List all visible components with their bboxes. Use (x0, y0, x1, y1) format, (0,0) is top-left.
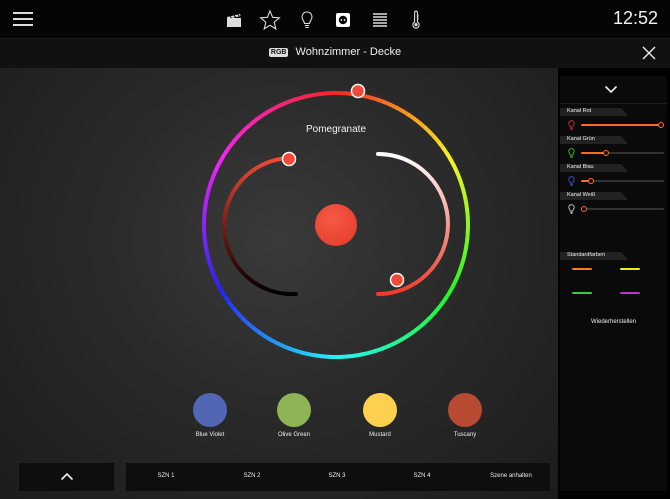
title-bar: RGB Wohnzimmer - Decke (0, 38, 670, 68)
standard-color-orange[interactable] (572, 268, 592, 270)
preset-label: Olive Green (277, 432, 310, 438)
channel-panel: Kanal Rot Kanal Grün Kanal Blau Kanal We… (560, 76, 667, 491)
chevron-down-icon (604, 85, 618, 94)
scene-bar: SZN 1 SZN 2 SZN 3 SZN 4 Szene anhalten (126, 463, 550, 491)
scene-button-2[interactable]: SZN 2 (232, 473, 272, 479)
preset-label: Blue Violet (195, 432, 225, 438)
scene-button-3[interactable]: SZN 3 (317, 473, 357, 479)
saturation-handle[interactable] (281, 151, 297, 167)
restore-button[interactable]: Wiederherstellen (560, 319, 667, 325)
channel-label: Kanal Rot (567, 108, 592, 114)
standard-color-yellow[interactable] (620, 268, 640, 270)
slider-handle[interactable] (658, 122, 664, 128)
channel-slider[interactable] (581, 150, 664, 156)
slider-handle[interactable] (581, 206, 587, 212)
standard-color-green[interactable] (572, 292, 592, 294)
collapse-panel-button[interactable] (560, 76, 667, 104)
thermometer-icon[interactable] (405, 9, 427, 31)
preset-label: Tuscany (453, 432, 477, 438)
swatch[interactable] (448, 393, 482, 427)
swatch[interactable] (363, 393, 397, 427)
expand-up-button[interactable] (19, 463, 114, 491)
channel-white: Kanal Weiß (560, 192, 667, 220)
preset-blue-violet[interactable]: Blue Violet (180, 393, 240, 438)
channel-slider[interactable] (581, 178, 664, 184)
channel-slider[interactable] (581, 206, 664, 212)
current-color-preview (315, 204, 357, 246)
page-title: Wohnzimmer - Decke (295, 46, 402, 58)
channel-label: Kanal Weiß (567, 192, 596, 198)
slider-handle[interactable] (602, 150, 609, 156)
scene-button-4[interactable]: SZN 4 (402, 473, 442, 479)
swatch[interactable] (193, 393, 227, 427)
bulb-icon (568, 176, 575, 186)
channel-label: Kanal Grün (567, 136, 595, 142)
bulb-icon[interactable] (296, 9, 318, 31)
top-bar: 12:52 (0, 0, 670, 38)
swatch[interactable] (277, 393, 311, 427)
preset-mustard[interactable]: Mustard (350, 393, 410, 438)
slider-handle[interactable] (587, 178, 594, 184)
preset-tuscany[interactable]: Tuscany (435, 393, 495, 438)
scene-clapper-icon[interactable] (223, 9, 245, 31)
channel-label: Kanal Blau (567, 164, 594, 170)
color-picker-area: Pomegranate Blue Violet Olive Green Must… (0, 68, 558, 499)
bulb-icon (568, 148, 575, 158)
blinds-icon[interactable] (369, 9, 391, 31)
color-name: Pomegranate (305, 124, 367, 135)
bulb-icon (568, 204, 575, 214)
preset-label: Mustard (369, 432, 391, 438)
close-icon[interactable] (642, 46, 656, 60)
standard-color-purple[interactable] (620, 292, 640, 294)
rgb-badge: RGB (268, 48, 289, 57)
channel-red: Kanal Rot (560, 108, 667, 136)
channel-blue: Kanal Blau (560, 164, 667, 192)
brightness-handle[interactable] (389, 272, 405, 288)
bulb-icon (568, 120, 575, 130)
clock: 12:52 (612, 8, 658, 28)
stop-scene-button[interactable]: Szene anhalten (478, 473, 544, 479)
channel-slider[interactable] (581, 122, 664, 128)
channel-green: Kanal Grün (560, 136, 667, 164)
hue-handle[interactable] (350, 83, 366, 99)
star-icon[interactable] (259, 9, 281, 31)
scene-button-1[interactable]: SZN 1 (146, 473, 186, 479)
menu-icon[interactable] (13, 12, 33, 26)
brightness-arc[interactable] (376, 152, 450, 296)
saturation-arc[interactable] (222, 156, 298, 297)
chevron-up-icon (60, 472, 74, 481)
standard-colors-label: Standardfarben (567, 252, 605, 258)
preset-olive-green[interactable]: Olive Green (264, 393, 324, 438)
socket-icon[interactable] (332, 9, 354, 31)
